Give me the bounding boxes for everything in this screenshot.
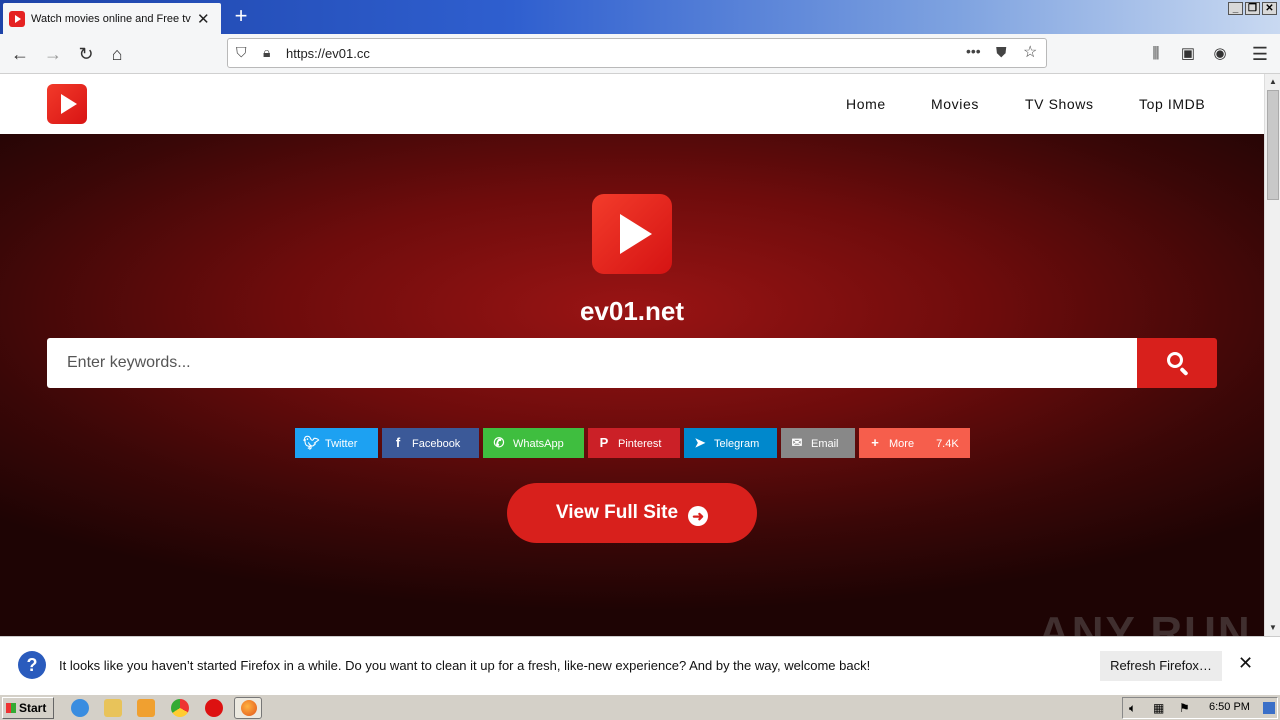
nav-top-imdb-link[interactable]: Top IMDB: [1139, 96, 1205, 112]
shield-icon[interactable]: ⛉: [236, 44, 247, 61]
share-email-button[interactable]: ✉ Email: [781, 428, 855, 458]
home-icon[interactable]: ⌂: [105, 42, 129, 66]
share-twitter-button[interactable]: 🐦︎ Twitter: [295, 428, 378, 458]
network-icon[interactable]: ▦: [1153, 701, 1164, 715]
ie-icon[interactable]: [71, 699, 89, 717]
notification-message: It looks like you haven’t started Firefo…: [59, 658, 871, 673]
firefox-taskbar-button[interactable]: [234, 697, 262, 719]
search-icon: [1167, 352, 1183, 368]
bookmark-star-icon[interactable]: ☆: [1023, 42, 1037, 62]
forward-icon[interactable]: →: [41, 42, 65, 66]
refresh-firefox-button[interactable]: Refresh Firefox…: [1100, 651, 1222, 681]
account-icon[interactable]: ◉: [1208, 42, 1232, 66]
page-viewport: Home Movies TV Shows Top IMDB ev01.net 🐦…: [0, 74, 1264, 636]
lock-icon[interactable]: 🔒︎: [263, 44, 270, 61]
flag-icon[interactable]: ⚑: [1179, 701, 1190, 715]
sidebar-icon[interactable]: ▣: [1176, 42, 1200, 66]
search-input[interactable]: [47, 338, 1137, 388]
taskbar: Start 🔈︎ ▦ ⚑ 6:50 PM: [0, 694, 1280, 720]
view-full-site-button[interactable]: View Full Site ➜: [507, 483, 757, 543]
url-text[interactable]: https://ev01.cc: [286, 46, 370, 61]
show-desktop-icon[interactable]: [1263, 702, 1275, 714]
browser-titlebar: Watch movies online and Free tv s ✕ + _ …: [0, 0, 1280, 34]
menu-icon[interactable]: ☰: [1248, 42, 1272, 66]
folder-icon[interactable]: [104, 699, 122, 717]
tab-title: Watch movies online and Free tv s: [31, 12, 193, 25]
opera-icon[interactable]: [205, 699, 223, 717]
search-button[interactable]: [1137, 338, 1217, 388]
question-icon: ?: [18, 651, 46, 679]
hero-logo-icon: [592, 194, 672, 274]
pocket-icon[interactable]: ⛊: [996, 44, 1007, 61]
reload-icon[interactable]: ↻: [74, 42, 98, 66]
browser-tab[interactable]: Watch movies online and Free tv s ✕: [3, 3, 221, 34]
share-more-button[interactable]: + More 7.4K: [859, 428, 970, 458]
clock: 6:50 PM: [1209, 701, 1250, 713]
site-logo-icon[interactable]: [47, 84, 87, 124]
share-pinterest-button[interactable]: P Pinterest: [588, 428, 680, 458]
window-close-button[interactable]: ✕: [1262, 2, 1277, 15]
notification-close-button[interactable]: ✕: [1238, 653, 1253, 674]
firefox-icon: [241, 700, 257, 716]
page-actions-icon[interactable]: •••: [966, 43, 981, 59]
start-button[interactable]: Start: [2, 697, 54, 719]
whatsapp-icon: ✆: [493, 435, 505, 450]
site-header: Home Movies TV Shows Top IMDB: [0, 74, 1264, 134]
share-facebook-button[interactable]: f Facebook: [382, 428, 479, 458]
nav-tv-shows-link[interactable]: TV Shows: [1025, 96, 1094, 112]
scrollbar-thumb[interactable]: [1267, 90, 1279, 200]
volume-icon[interactable]: 🔈︎: [1129, 701, 1136, 716]
media-player-icon[interactable]: [137, 699, 155, 717]
scroll-down-icon[interactable]: ▼: [1265, 620, 1280, 636]
back-icon[interactable]: ←: [8, 42, 32, 66]
twitter-icon: 🐦︎: [303, 435, 320, 450]
site-favicon-icon: [9, 10, 25, 27]
tab-close-button[interactable]: ✕: [197, 10, 210, 28]
chrome-icon[interactable]: [171, 699, 189, 717]
telegram-icon: ➤: [694, 435, 706, 450]
system-tray: 🔈︎ ▦ ⚑ 6:50 PM: [1122, 697, 1278, 719]
nav-movies-link[interactable]: Movies: [931, 96, 979, 112]
plus-icon: +: [871, 435, 879, 450]
pinterest-icon: P: [599, 435, 609, 450]
share-telegram-button[interactable]: ➤ Telegram: [684, 428, 777, 458]
email-icon: ✉: [791, 435, 803, 450]
url-bar[interactable]: ⛉ 🔒︎ https://ev01.cc ••• ⛊ ☆: [227, 38, 1047, 68]
facebook-icon: f: [395, 435, 401, 450]
site-name: ev01.net: [579, 296, 685, 326]
page-scrollbar[interactable]: ▲ ▼: [1264, 74, 1280, 636]
nav-home-link[interactable]: Home: [846, 96, 886, 112]
restore-button[interactable]: ❐: [1245, 2, 1260, 15]
scroll-up-icon[interactable]: ▲: [1265, 74, 1280, 90]
arrow-right-icon: ➜: [688, 506, 709, 526]
share-whatsapp-button[interactable]: ✆ WhatsApp: [483, 428, 584, 458]
library-icon[interactable]: ⫼: [1144, 42, 1168, 66]
browser-toolbar: ← → ↻ ⌂ ⛉ 🔒︎ https://ev01.cc ••• ⛊ ☆ ⫼ ▣…: [0, 34, 1280, 74]
minimize-button[interactable]: _: [1228, 2, 1243, 15]
new-tab-button[interactable]: +: [229, 4, 253, 28]
notification-bar: ? It looks like you haven’t started Fire…: [0, 636, 1280, 694]
share-count: 7.4K: [936, 438, 959, 450]
hero-section: ev01.net 🐦︎Twitter fFacebook ✆WhatsApp P…: [0, 134, 1264, 636]
